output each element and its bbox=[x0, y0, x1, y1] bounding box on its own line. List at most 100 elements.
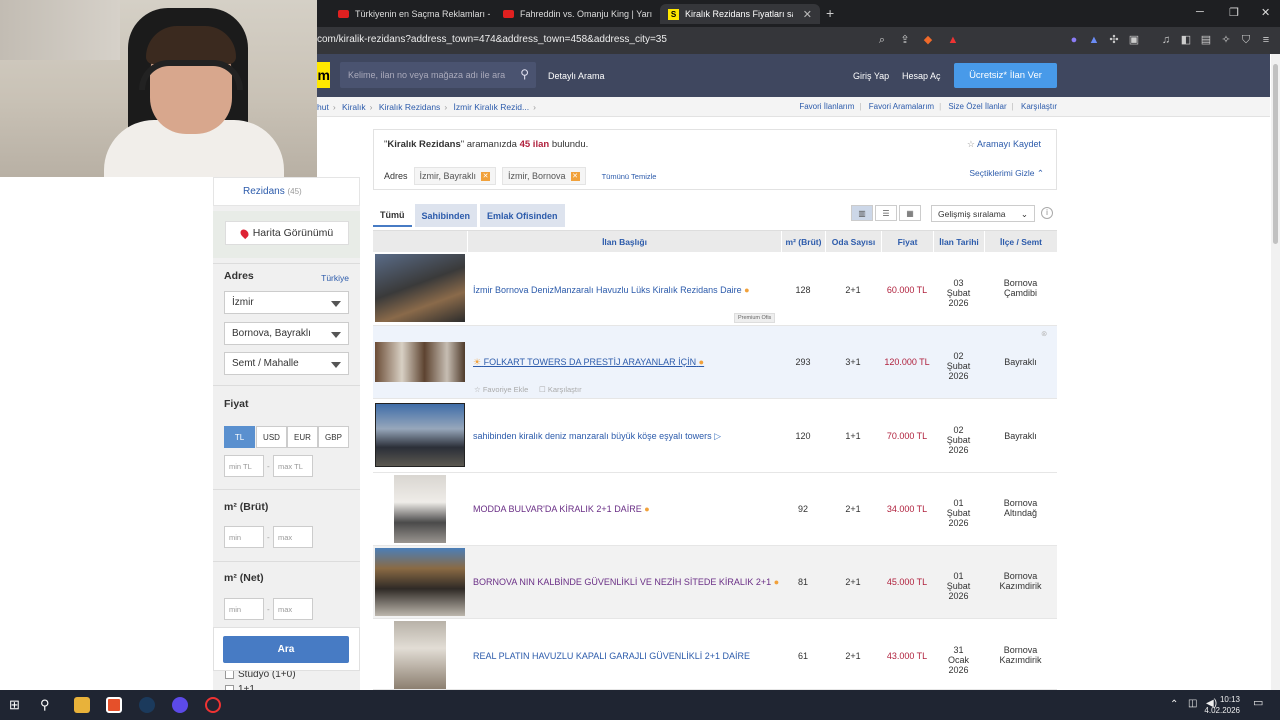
col-price[interactable]: Fiyat bbox=[881, 231, 933, 253]
compare-link[interactable]: Karşılaştır bbox=[1021, 102, 1057, 111]
remove-chip-icon[interactable]: ✕ bbox=[570, 171, 580, 181]
file-explorer-icon[interactable] bbox=[74, 697, 90, 713]
currency-tl[interactable]: TL bbox=[224, 426, 255, 448]
share-icon[interactable]: ⇪ bbox=[899, 34, 911, 46]
new-tab-button[interactable]: + bbox=[826, 5, 834, 21]
table-row[interactable]: sahibinden kiralık deniz manzaralı büyük… bbox=[373, 399, 1057, 473]
restore-icon[interactable]: ❐ bbox=[1229, 6, 1239, 19]
tab-all[interactable]: Tümü bbox=[373, 204, 412, 227]
m2-gross-min-input[interactable]: min bbox=[224, 526, 264, 548]
tab-sahibinden[interactable]: S Kiralık Rezidans Fiyatları sahibind ✕ bbox=[660, 4, 820, 24]
listing-thumbnail[interactable] bbox=[375, 548, 465, 616]
tab-youtube-match[interactable]: Fahreddin vs. Omanju King | Yarı Fina bbox=[495, 4, 655, 24]
register-link[interactable]: Hesap Aç bbox=[902, 71, 941, 81]
breadcrumb-item[interactable]: İzmir Kiralık Rezid... bbox=[454, 102, 530, 112]
list-view-icon[interactable]: ☰ bbox=[875, 205, 897, 221]
col-rooms[interactable]: Oda Sayısı bbox=[825, 231, 881, 253]
leo-icon[interactable]: ✧ bbox=[1220, 34, 1232, 46]
remove-chip-icon[interactable]: ✕ bbox=[481, 171, 491, 181]
steam-icon[interactable] bbox=[139, 697, 155, 713]
close-icon[interactable]: ⊗ bbox=[1041, 329, 1047, 338]
listing-title[interactable]: MODDA BULVAR'DA KİRALIK 2+1 DAİRE ● bbox=[473, 504, 650, 514]
search-icon[interactable]: ⚲ bbox=[40, 697, 56, 713]
login-link[interactable]: Giriş Yap bbox=[853, 71, 889, 81]
wallet-icon[interactable]: ▲ bbox=[1088, 34, 1100, 46]
screenshot-icon[interactable]: ▣ bbox=[1128, 34, 1140, 46]
scrollbar-thumb[interactable] bbox=[1273, 64, 1278, 244]
post-ad-button[interactable]: Ücretsiz* İlan Ver bbox=[954, 63, 1057, 88]
listing-title[interactable]: İzmir Bornova DenizManzaralı Havuzlu Lük… bbox=[473, 285, 750, 295]
table-row[interactable]: İzmir Bornova DenizManzaralı Havuzlu Lük… bbox=[373, 252, 1057, 326]
table-row[interactable]: ☀ FOLKART TOWERS DA PRESTİJ ARAYANLAR İÇ… bbox=[373, 326, 1057, 399]
notification-icon[interactable]: ▭ bbox=[1253, 698, 1263, 709]
tray-chevron-icon[interactable]: ⌃ bbox=[1170, 699, 1178, 710]
listing-title[interactable]: BORNOVA NIN KALBİNDE GÜVENLİKLİ VE NEZİH… bbox=[473, 577, 779, 587]
tab-youtube-ads[interactable]: Türkiyenin en Saçma Reklamları - You bbox=[330, 4, 490, 24]
col-location[interactable]: İlçe / Semt bbox=[984, 231, 1057, 253]
col-m2[interactable]: m² (Brüt) bbox=[781, 231, 825, 253]
neighborhood-select[interactable]: Semt / Mahalle bbox=[224, 352, 349, 375]
extensions-icon[interactable]: ✣ bbox=[1108, 34, 1120, 46]
search-submit-button[interactable]: Ara bbox=[223, 636, 349, 663]
currency-eur[interactable]: EUR bbox=[287, 426, 318, 448]
favorite-listings-link[interactable]: Favori İlanlarım bbox=[799, 102, 854, 111]
rewards-icon[interactable]: ▲ bbox=[947, 34, 959, 46]
table-view-icon[interactable]: ▥ bbox=[851, 205, 873, 221]
site-logo[interactable]: m bbox=[317, 62, 330, 88]
listing-title[interactable]: sahibinden kiralık deniz manzaralı büyük… bbox=[473, 431, 721, 442]
town-select[interactable]: Bornova, Bayraklı bbox=[224, 322, 349, 345]
price-min-input[interactable]: min TL bbox=[224, 455, 264, 477]
brave-browser-icon[interactable] bbox=[106, 697, 122, 713]
col-date[interactable]: İlan Tarihi bbox=[933, 231, 984, 253]
price-max-input[interactable]: max TL bbox=[273, 455, 313, 477]
breadcrumb-item[interactable]: Kiralık Rezidans bbox=[379, 102, 440, 112]
menu-icon[interactable]: ≡ bbox=[1260, 34, 1272, 46]
tab-owner[interactable]: Sahibinden bbox=[414, 204, 478, 227]
discord-icon[interactable] bbox=[172, 697, 188, 713]
breadcrumb-item[interactable]: Kiralık bbox=[342, 102, 366, 112]
listing-thumbnail[interactable] bbox=[375, 342, 465, 382]
checkbox[interactable] bbox=[225, 670, 234, 679]
listing-thumbnail[interactable] bbox=[375, 403, 465, 467]
grid-view-icon[interactable]: ▦ bbox=[899, 205, 921, 221]
favorite-searches-link[interactable]: Favori Aramalarım bbox=[869, 102, 934, 111]
city-select[interactable]: İzmir bbox=[224, 291, 349, 314]
url-text[interactable]: com/kiralik-rezidans?address_town=474&ad… bbox=[317, 34, 667, 45]
search-icon[interactable]: ⚲ bbox=[520, 67, 529, 81]
table-row[interactable]: BORNOVA NIN KALBİNDE GÜVENLİKLİ VE NEZİH… bbox=[373, 546, 1057, 619]
sort-select[interactable]: Gelişmiş sıralama ⌄ bbox=[931, 205, 1035, 222]
breadcrumb-item[interactable]: hut bbox=[317, 102, 329, 112]
listing-title[interactable]: ☀ FOLKART TOWERS DA PRESTİJ ARAYANLAR İÇ… bbox=[473, 357, 704, 368]
clock[interactable]: 10:13 4.02.2026 bbox=[1200, 694, 1240, 716]
vpn-icon[interactable]: ● bbox=[1068, 34, 1080, 46]
advanced-search-link[interactable]: Detaylı Arama bbox=[548, 71, 605, 81]
table-row[interactable]: REAL PLATIN HAVUZLU KAPALI GARAJLI GÜVEN… bbox=[373, 619, 1057, 690]
close-icon[interactable]: ✕ bbox=[803, 8, 812, 21]
hide-selections-link[interactable]: Seçtiklerimi Gizle ⌃ bbox=[969, 168, 1044, 179]
listing-title[interactable]: REAL PLATIN HAVUZLU KAPALI GARAJLI GÜVEN… bbox=[473, 651, 750, 661]
listing-thumbnail[interactable] bbox=[375, 254, 465, 322]
personal-listings-link[interactable]: Size Özel İlanlar bbox=[948, 102, 1006, 111]
page-scrollbar[interactable] bbox=[1271, 54, 1280, 690]
tab-agency[interactable]: Emlak Ofisinden bbox=[480, 204, 565, 227]
m2-net-max-input[interactable]: max bbox=[273, 598, 313, 620]
close-window-icon[interactable]: ✕ bbox=[1261, 6, 1270, 19]
currency-usd[interactable]: USD bbox=[256, 426, 287, 448]
media-icon[interactable]: ♫ bbox=[1160, 34, 1172, 46]
compare-checkbox[interactable]: ☐ Karşılaştır bbox=[539, 385, 582, 394]
table-row[interactable]: MODDA BULVAR'DA KİRALIK 2+1 DAİRE ● 92 2… bbox=[373, 473, 1057, 546]
col-title[interactable]: İlan Başlığı bbox=[467, 231, 781, 253]
vpn-shield-icon[interactable]: ⛉ bbox=[1240, 34, 1252, 46]
windows-start-icon[interactable]: ⊞ bbox=[9, 697, 25, 713]
m2-net-min-input[interactable]: min bbox=[224, 598, 264, 620]
brave-shield-icon[interactable]: ◆ bbox=[922, 34, 934, 46]
zoom-icon[interactable]: ⌕ bbox=[876, 34, 888, 46]
sidebar-icon[interactable]: ◧ bbox=[1180, 34, 1192, 46]
clear-all-link[interactable]: Tümünü Temizle bbox=[602, 172, 657, 181]
search-input[interactable]: Kelime, ilan no veya mağaza adı ile ara … bbox=[340, 62, 536, 88]
wallet2-icon[interactable]: ▤ bbox=[1200, 34, 1212, 46]
network-icon[interactable]: ◫ bbox=[1188, 698, 1197, 709]
currency-gbp[interactable]: GBP bbox=[318, 426, 349, 448]
map-view-button[interactable]: Harita Görünümü bbox=[225, 221, 349, 245]
obs-icon[interactable] bbox=[205, 697, 221, 713]
